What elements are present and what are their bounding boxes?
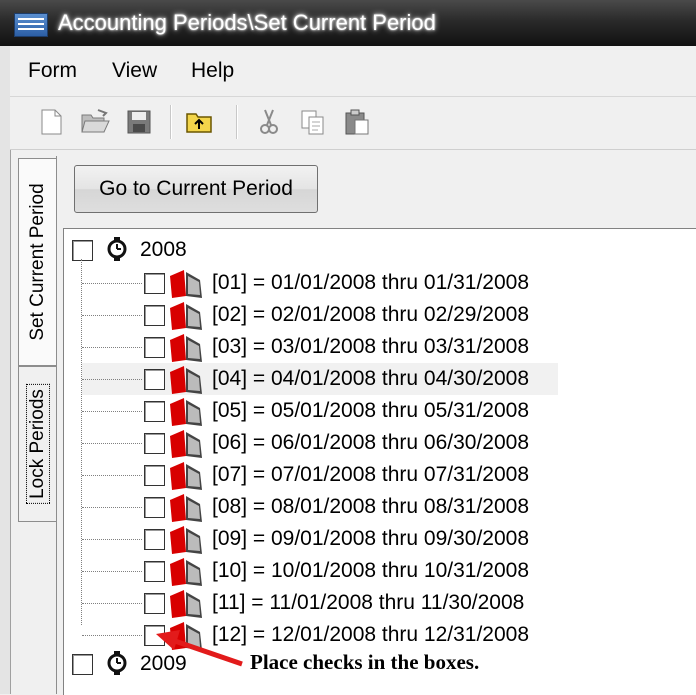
period-book-icon: [170, 334, 202, 362]
tree-node-period[interactable]: [08] = 08/01/2008 thru 08/31/2008: [82, 491, 552, 523]
period-book-icon: [170, 302, 202, 330]
period-checkbox[interactable]: [144, 465, 165, 486]
menu-bar: Form View Help: [10, 46, 696, 97]
tree-node-period[interactable]: [05] = 05/01/2008 thru 05/31/2008: [82, 395, 552, 427]
period-label: [02] = 02/01/2008 thru 02/29/2008: [212, 303, 530, 326]
tree-connector: [82, 539, 142, 540]
period-checkbox[interactable]: [144, 433, 165, 454]
tree-connector: [82, 507, 142, 508]
period-checkbox[interactable]: [144, 497, 165, 518]
period-label: [01] = 01/01/2008 thru 01/31/2008: [212, 271, 530, 294]
period-book-icon: [170, 526, 202, 554]
period-label: [10] = 10/01/2008 thru 10/31/2008: [212, 559, 530, 582]
window-title: Accounting Periods\Set Current Period: [58, 10, 436, 35]
toolbar-separator: [170, 105, 172, 139]
tree-node-period[interactable]: [04] = 04/01/2008 thru 04/30/2008: [82, 363, 558, 395]
tree-node-period[interactable]: [09] = 09/01/2008 thru 09/30/2008: [82, 523, 552, 555]
tree-connector: [82, 283, 142, 284]
period-book-icon: [170, 558, 202, 586]
period-label: [03] = 03/01/2008 thru 03/31/2008: [212, 335, 530, 358]
toolbar: [10, 97, 696, 150]
period-checkbox[interactable]: [144, 305, 165, 326]
menu-form[interactable]: Form: [28, 59, 77, 83]
period-label: [07] = 07/01/2008 thru 07/31/2008: [212, 463, 530, 486]
tab-label: Set Current Period: [27, 183, 48, 341]
tree-connector: [82, 475, 142, 476]
tree-node-period[interactable]: [03] = 03/01/2008 thru 03/31/2008: [82, 331, 552, 363]
red-arrow-icon: [156, 630, 243, 667]
period-label: [11] = 11/01/2008 thru 11/30/2008: [212, 591, 525, 614]
period-book-icon: [170, 366, 202, 394]
tab-set-current-period[interactable]: Set Current Period: [18, 158, 57, 366]
period-label: [06] = 06/01/2008 thru 06/30/2008: [212, 431, 530, 454]
tab-label: Lock Periods: [26, 379, 50, 509]
tree-connector: [82, 443, 142, 444]
open-folder-icon[interactable]: [80, 107, 110, 137]
go-to-current-period-button[interactable]: Go to Current Period: [74, 165, 318, 213]
app-icon: [14, 13, 48, 37]
tree-connector: [82, 347, 142, 348]
tree-node-period[interactable]: [06] = 06/01/2008 thru 06/30/2008: [82, 427, 552, 459]
tree-connector: [82, 603, 142, 604]
period-label: [05] = 05/01/2008 thru 05/31/2008: [212, 399, 530, 422]
year-checkbox[interactable]: [72, 654, 93, 675]
tree-connector: [82, 315, 142, 316]
period-book-icon: [170, 494, 202, 522]
annotation-text: Place checks in the boxes.: [250, 650, 480, 674]
toolbar-separator: [236, 105, 238, 139]
period-checkbox[interactable]: [144, 337, 165, 358]
period-book-icon: [170, 270, 202, 298]
menu-view[interactable]: View: [112, 59, 157, 83]
period-label: [04] = 04/01/2008 thru 04/30/2008: [212, 367, 530, 390]
tree-connector: [82, 571, 142, 572]
year-label: 2008: [140, 238, 187, 261]
period-book-icon: [170, 462, 202, 490]
clock-icon: [107, 651, 127, 675]
folder-up-icon[interactable]: [184, 107, 214, 137]
tree-node-period[interactable]: [07] = 07/01/2008 thru 07/31/2008: [82, 459, 552, 491]
period-label: [12] = 12/01/2008 thru 12/31/2008: [212, 623, 530, 646]
title-bar: Accounting Periods\Set Current Period: [0, 0, 696, 46]
tree-node-period[interactable]: [02] = 02/01/2008 thru 02/29/2008: [82, 299, 552, 331]
period-checkbox[interactable]: [144, 369, 165, 390]
tree-connector: [82, 379, 142, 380]
period-label: [08] = 08/01/2008 thru 08/31/2008: [212, 495, 530, 518]
tree-node-year: 2008: [70, 235, 270, 267]
period-checkbox[interactable]: [144, 593, 165, 614]
paste-icon[interactable]: [342, 107, 372, 137]
period-checkbox[interactable]: [144, 401, 165, 422]
clock-icon: [107, 237, 127, 261]
cut-icon[interactable]: [254, 107, 284, 137]
tab-lock-periods[interactable]: Lock Periods: [18, 366, 58, 522]
menu-help[interactable]: Help: [191, 59, 234, 83]
save-icon[interactable]: [124, 107, 154, 137]
period-label: [09] = 09/01/2008 thru 09/30/2008: [212, 527, 530, 550]
year-checkbox[interactable]: [72, 240, 93, 261]
tree-connector: [82, 635, 142, 636]
tree-node-period[interactable]: [01] = 01/01/2008 thru 01/31/2008: [82, 267, 552, 299]
period-book-icon: [170, 590, 202, 618]
period-checkbox[interactable]: [144, 273, 165, 294]
tree-node-period[interactable]: [11] = 11/01/2008 thru 11/30/2008: [82, 587, 552, 619]
tree-connector: [82, 411, 142, 412]
period-checkbox[interactable]: [144, 561, 165, 582]
copy-icon[interactable]: [298, 107, 328, 137]
period-book-icon: [170, 430, 202, 458]
new-document-icon[interactable]: [36, 107, 66, 137]
period-book-icon: [170, 398, 202, 426]
tree-node-period[interactable]: [10] = 10/01/2008 thru 10/31/2008: [82, 555, 552, 587]
period-checkbox[interactable]: [144, 529, 165, 550]
